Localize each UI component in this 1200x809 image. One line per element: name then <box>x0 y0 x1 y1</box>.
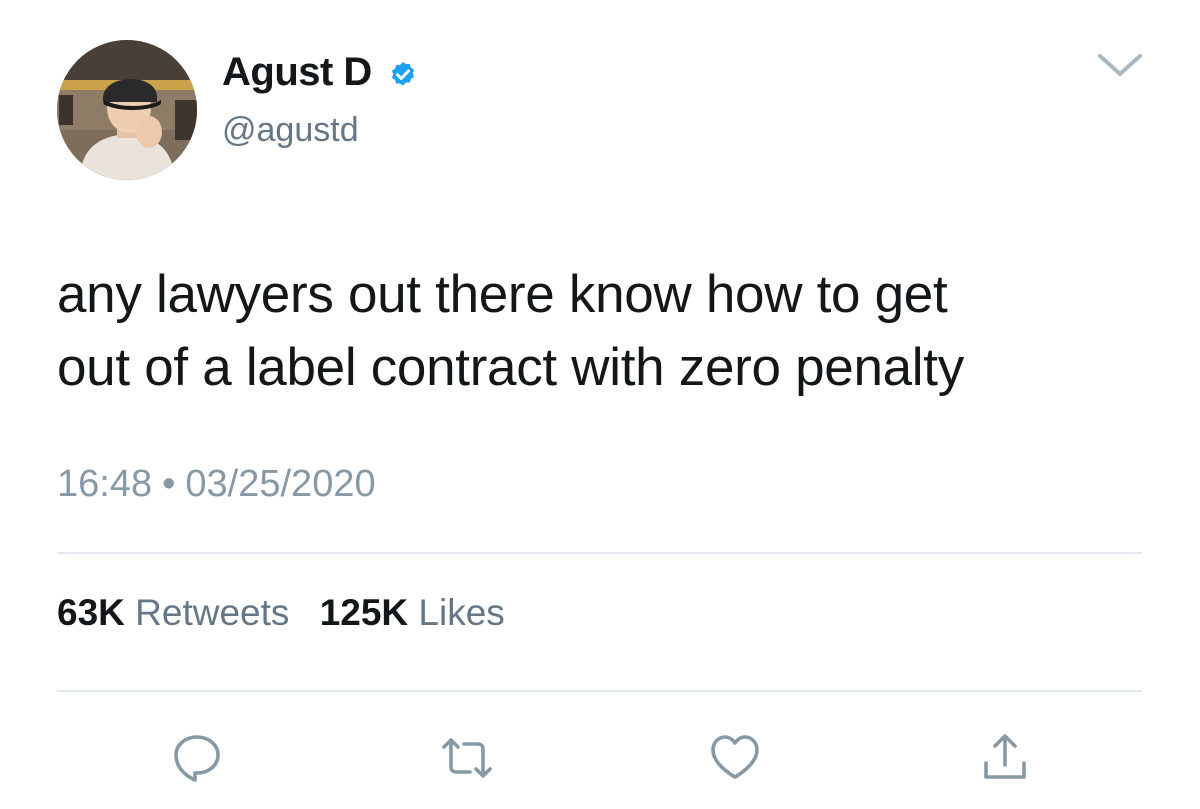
author-name[interactable]: Agust D <box>222 44 372 100</box>
chevron-down-icon[interactable] <box>1096 50 1144 80</box>
retweets-count: 63K <box>57 592 125 633</box>
divider <box>57 690 1142 692</box>
author-handle[interactable]: @agustd <box>222 106 359 154</box>
retweets-stat[interactable]: 63K Retweets <box>57 592 289 633</box>
tweet-stats: 63K Retweets 125K Likes <box>57 588 505 638</box>
tweet-text-line: out of a label contract with zero penalt… <box>57 338 964 397</box>
retweet-button[interactable] <box>440 733 494 783</box>
reply-icon <box>174 735 220 782</box>
share-button[interactable] <box>978 733 1032 783</box>
divider <box>57 552 1142 554</box>
likes-count: 125K <box>319 592 409 633</box>
like-button[interactable] <box>708 733 762 783</box>
like-icon <box>711 735 759 779</box>
avatar-image <box>57 40 197 180</box>
avatar[interactable] <box>57 40 197 180</box>
tweet-card: Agust D @agustd any lawyers out there kn… <box>0 0 1200 809</box>
tweet-text: any lawyers out there know how to get ou… <box>57 258 1157 404</box>
tweet-text-line: any lawyers out there know how to get <box>57 265 948 324</box>
verified-badge-icon <box>392 61 414 86</box>
tweet-timestamp[interactable]: 16:48 • 03/25/2020 <box>57 458 376 510</box>
meta-separator: • <box>162 463 176 505</box>
tweet-date: 03/25/2020 <box>185 463 376 505</box>
share-icon <box>984 734 1026 779</box>
retweets-label: Retweets <box>135 592 290 633</box>
likes-label: Likes <box>418 592 505 633</box>
likes-stat[interactable]: 125K Likes <box>320 592 505 633</box>
reply-button[interactable] <box>170 733 224 783</box>
tweet-time: 16:48 <box>57 463 153 505</box>
retweet-icon <box>442 738 492 778</box>
